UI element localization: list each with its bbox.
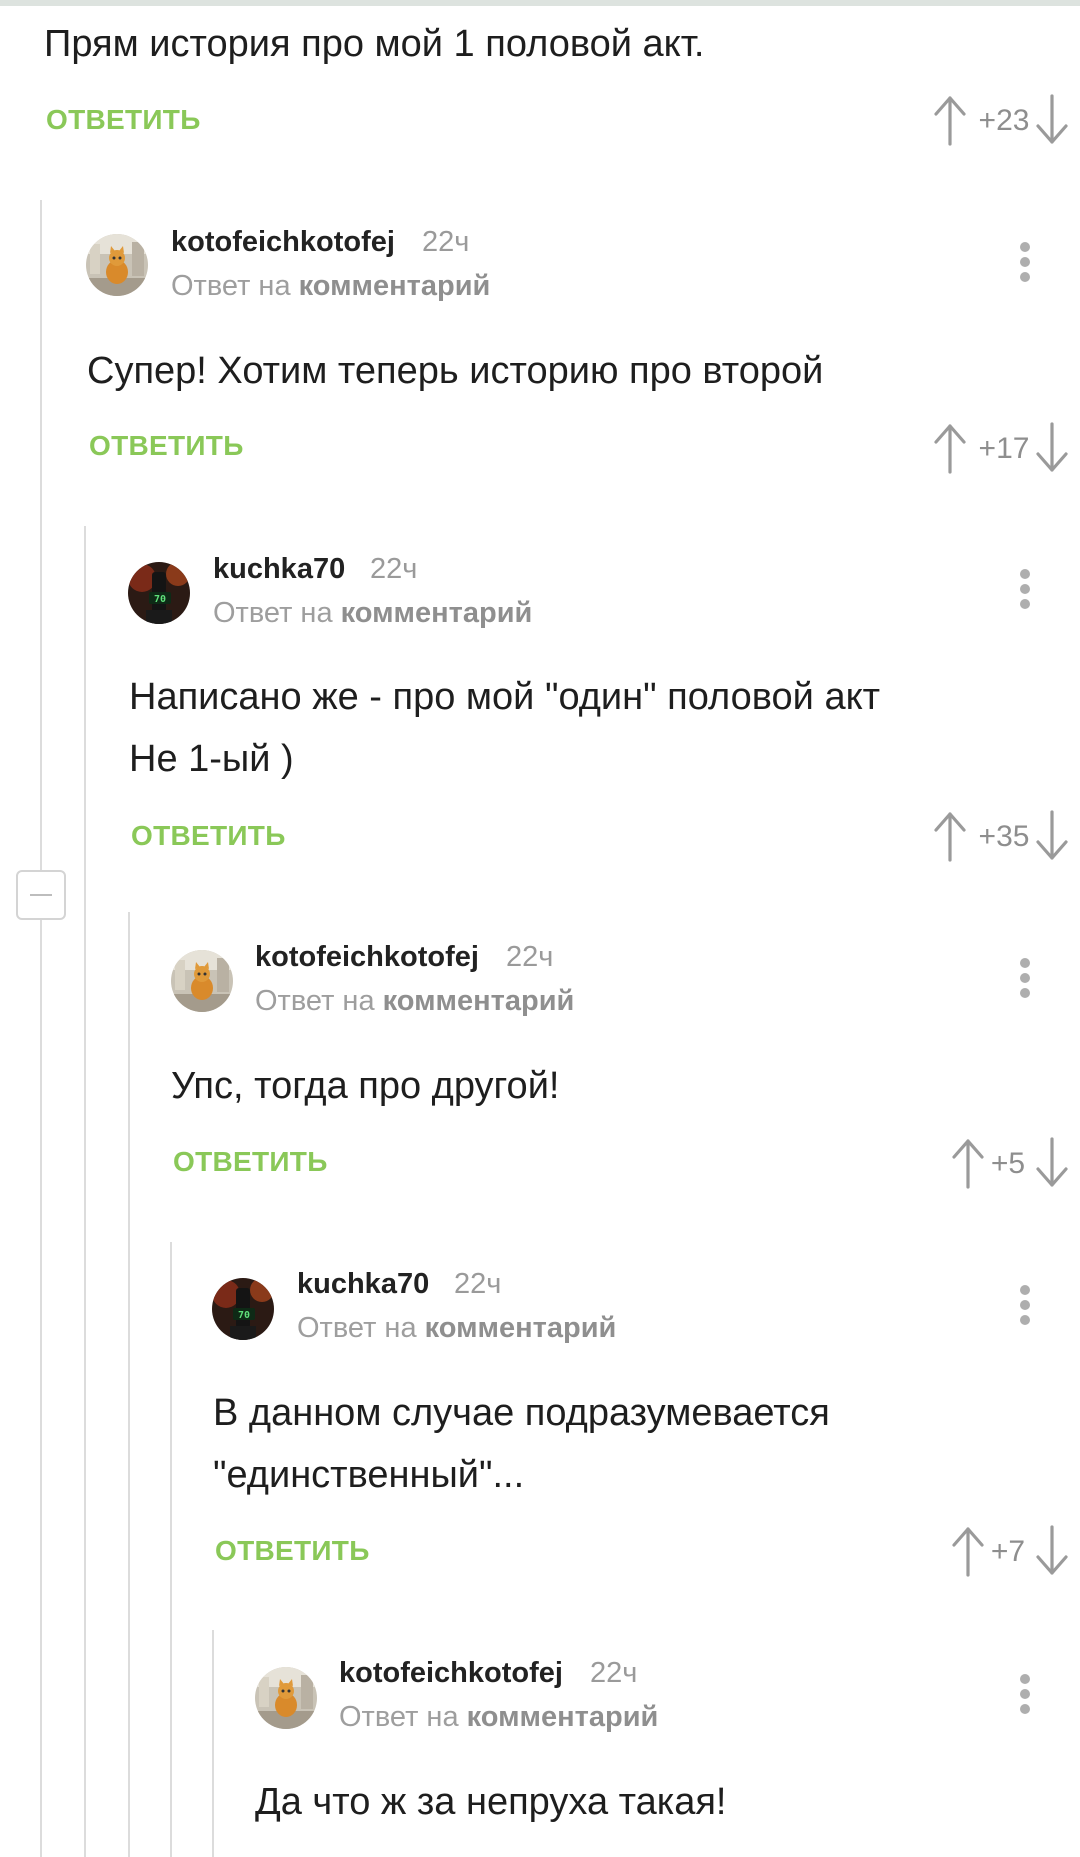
cat-avatar[interactable]	[255, 1667, 317, 1729]
score: +35	[978, 820, 1030, 853]
upvote-icon[interactable]	[948, 1133, 988, 1193]
author-name[interactable]: kotofeichkotofej	[255, 941, 479, 974]
comment-text-line: "единственный"...	[213, 1454, 525, 1496]
author-name[interactable]: kotofeichkotofej	[339, 1657, 563, 1690]
dark-avatar-70[interactable]	[212, 1278, 274, 1340]
more-options-icon[interactable]	[1005, 1275, 1045, 1335]
thread-line-level-3	[128, 912, 130, 1857]
upvote-icon[interactable]	[930, 90, 970, 150]
thread-line-level-1	[40, 200, 42, 1857]
comment-text: Супер! Хотим теперь историю про второй	[87, 350, 824, 392]
reply-button[interactable]: ОТВЕТИТЬ	[131, 820, 286, 852]
author-name[interactable]: kuchka70	[213, 553, 345, 586]
upvote-icon[interactable]	[948, 1521, 988, 1581]
reply-to-prefix: Ответ на	[339, 1701, 459, 1733]
reply-button[interactable]: ОТВЕТИТЬ	[215, 1535, 370, 1567]
downvote-icon[interactable]	[1032, 806, 1072, 866]
thread-line-level-5	[212, 1630, 214, 1857]
reply-button[interactable]: ОТВЕТИТЬ	[46, 104, 201, 136]
reply-to-link[interactable]: комментарий	[383, 985, 575, 1017]
more-options-icon[interactable]	[1005, 232, 1045, 292]
timestamp: 22ч	[370, 553, 418, 585]
score: +5	[990, 1147, 1026, 1180]
reply-button[interactable]: ОТВЕТИТЬ	[173, 1146, 328, 1178]
vote-controls: +5	[820, 1133, 1080, 1193]
reply-to-link[interactable]: комментарий	[341, 597, 533, 629]
author-name[interactable]: kuchka70	[297, 1268, 429, 1301]
score: +7	[990, 1535, 1026, 1568]
author-name[interactable]: kotofeichkotofej	[171, 226, 395, 259]
timestamp: 22ч	[422, 226, 470, 258]
score: +17	[978, 432, 1030, 465]
cat-avatar[interactable]	[86, 234, 148, 296]
downvote-icon[interactable]	[1032, 1521, 1072, 1581]
thread-line-level-4	[170, 1242, 172, 1857]
downvote-icon[interactable]	[1032, 1133, 1072, 1193]
comment-text: Прям история про мой 1 половой акт.	[44, 23, 705, 65]
more-options-icon[interactable]	[1005, 559, 1045, 619]
more-options-icon[interactable]	[1005, 1664, 1045, 1724]
downvote-icon[interactable]	[1032, 418, 1072, 478]
upvote-icon[interactable]	[930, 806, 970, 866]
reply-button[interactable]: ОТВЕТИТЬ	[89, 430, 244, 462]
collapse-thread-button[interactable]	[16, 870, 66, 920]
timestamp: 22ч	[506, 941, 554, 973]
reply-to-prefix: Ответ на	[213, 597, 333, 629]
vote-controls: +7	[820, 1521, 1080, 1581]
reply-to-meta: Ответ на комментарий	[171, 270, 490, 303]
score: +23	[978, 104, 1030, 137]
reply-to-prefix: Ответ на	[297, 1312, 417, 1344]
vote-controls: +17	[820, 418, 1080, 478]
comment-text: Упс, тогда про другой!	[171, 1065, 560, 1107]
reply-to-link[interactable]: комментарий	[299, 270, 491, 302]
reply-to-meta: Ответ на комментарий	[213, 597, 532, 630]
reply-to-meta: Ответ на комментарий	[297, 1312, 616, 1345]
comment-text: Да что ж за непруха такая!	[255, 1781, 727, 1823]
timestamp: 22ч	[454, 1268, 502, 1300]
reply-to-meta: Ответ на комментарий	[255, 985, 574, 1018]
thread-line-level-2	[84, 526, 86, 1857]
top-divider	[0, 0, 1080, 6]
vote-controls: +35	[820, 806, 1080, 866]
comment-text-line: В данном случае подразумевается	[213, 1392, 830, 1434]
reply-to-meta: Ответ на комментарий	[339, 1701, 658, 1734]
comment-text-line: Не 1-ый )	[129, 738, 294, 780]
timestamp: 22ч	[590, 1657, 638, 1689]
reply-to-link[interactable]: комментарий	[467, 1701, 659, 1733]
reply-to-link[interactable]: комментарий	[425, 1312, 617, 1344]
vote-controls: +23	[820, 90, 1080, 150]
comment-text-line: Написано же - про мой "один" половой акт	[129, 676, 881, 718]
cat-avatar[interactable]	[171, 950, 233, 1012]
downvote-icon[interactable]	[1032, 90, 1072, 150]
upvote-icon[interactable]	[930, 418, 970, 478]
reply-to-prefix: Ответ на	[171, 270, 291, 302]
reply-to-prefix: Ответ на	[255, 985, 375, 1017]
dark-avatar-70[interactable]	[128, 562, 190, 624]
more-options-icon[interactable]	[1005, 948, 1045, 1008]
